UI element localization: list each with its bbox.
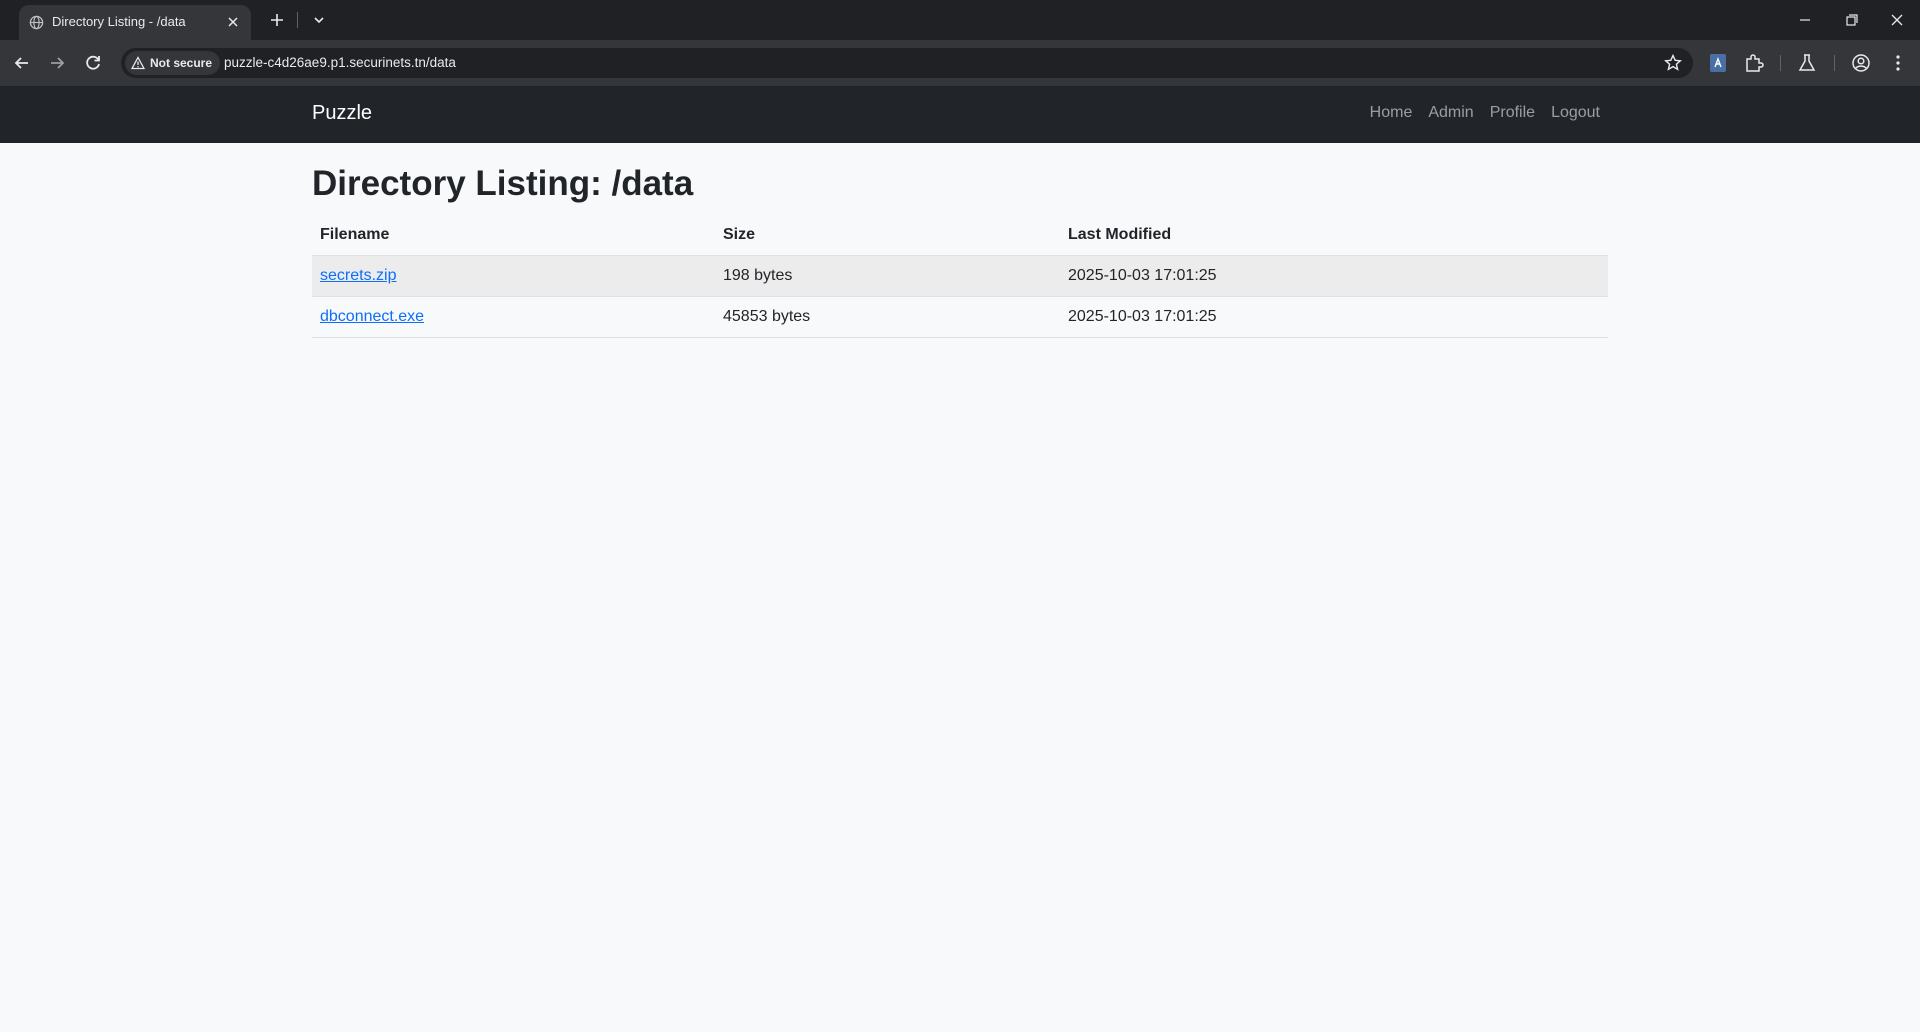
tab-separator xyxy=(297,12,298,28)
nav-link-admin[interactable]: Admin xyxy=(1428,104,1473,122)
modified-cell: 2025-10-03 17:01:25 xyxy=(1060,296,1608,338)
minimize-icon[interactable] xyxy=(1792,8,1818,32)
translate-icon[interactable] xyxy=(1707,52,1729,74)
toolbar-separator xyxy=(1834,55,1835,71)
column-header-filename: Filename xyxy=(312,215,715,256)
column-header-last-modified: Last Modified xyxy=(1060,215,1608,256)
size-cell: 198 bytes xyxy=(715,255,1060,297)
tab-title: Directory Listing - /data xyxy=(52,14,186,29)
toolbar-separator xyxy=(1780,55,1781,71)
browser-toolbar: Not secure puzzle-c4d26ae9.p1.securinets… xyxy=(0,40,1920,86)
nav-link-profile[interactable]: Profile xyxy=(1490,104,1535,122)
page-title: Directory Listing: /data xyxy=(312,164,694,203)
modified-cell: 2025-10-03 17:01:25 xyxy=(1060,255,1608,297)
security-label: Not secure xyxy=(150,56,213,70)
address-bar[interactable]: Not secure puzzle-c4d26ae9.p1.securinets… xyxy=(121,48,1693,78)
nav-links: Home Admin Profile Logout xyxy=(1370,104,1600,122)
close-icon[interactable] xyxy=(224,13,242,31)
filename-cell: secrets.zip xyxy=(312,255,715,297)
forward-arrow-icon[interactable] xyxy=(45,51,69,75)
url-text[interactable]: puzzle-c4d26ae9.p1.securinets.tn/data xyxy=(224,55,456,70)
warning-icon xyxy=(131,56,145,70)
kebab-menu-icon[interactable] xyxy=(1887,52,1909,74)
browser-tab[interactable]: Directory Listing - /data xyxy=(19,5,251,40)
directory-table: Filename Size Last Modified secrets.zip … xyxy=(312,215,1608,338)
close-window-icon[interactable] xyxy=(1884,8,1910,32)
globe-icon xyxy=(29,15,44,30)
nav-link-logout[interactable]: Logout xyxy=(1551,104,1600,122)
filename-cell: dbconnect.exe xyxy=(312,296,715,338)
nav-link-home[interactable]: Home xyxy=(1370,104,1413,122)
table-row: secrets.zip 198 bytes 2025-10-03 17:01:2… xyxy=(312,255,1608,297)
file-link[interactable]: dbconnect.exe xyxy=(320,308,424,325)
back-arrow-icon[interactable] xyxy=(10,51,34,75)
column-header-size: Size xyxy=(715,215,1060,256)
restore-icon[interactable] xyxy=(1838,8,1864,32)
main-content: Directory Listing: /data Filename Size L… xyxy=(312,163,1608,338)
table-row: dbconnect.exe 45853 bytes 2025-10-03 17:… xyxy=(312,296,1608,338)
reload-icon[interactable] xyxy=(81,51,105,75)
account-icon[interactable] xyxy=(1850,52,1872,74)
star-icon[interactable] xyxy=(1663,53,1683,73)
flask-icon[interactable] xyxy=(1796,52,1818,74)
chevron-down-icon[interactable] xyxy=(307,8,331,32)
file-link[interactable]: secrets.zip xyxy=(320,267,396,284)
site-navbar: Puzzle Home Admin Profile Logout xyxy=(0,86,1920,143)
security-chip[interactable]: Not secure xyxy=(125,51,221,75)
browser-tab-strip: Directory Listing - /data xyxy=(0,0,1920,40)
plus-icon[interactable] xyxy=(265,8,289,32)
table-header-row: Filename Size Last Modified xyxy=(312,215,1608,256)
puzzle-icon[interactable] xyxy=(1743,52,1765,74)
size-cell: 45853 bytes xyxy=(715,296,1060,338)
brand-link[interactable]: Puzzle xyxy=(312,102,372,125)
